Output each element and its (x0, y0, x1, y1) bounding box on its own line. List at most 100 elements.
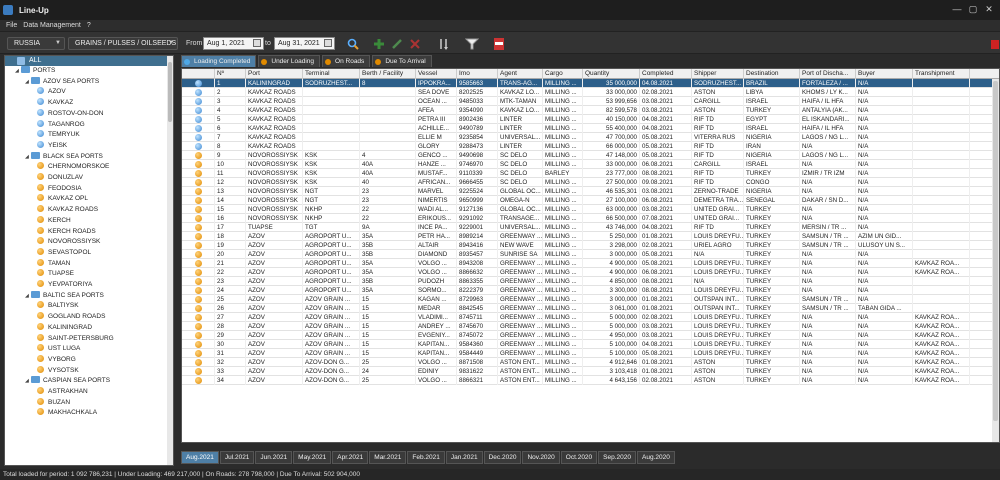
tree-port-item[interactable]: UST LUGA (37, 344, 80, 354)
tree-port-item[interactable]: TUAPSE (37, 269, 74, 279)
tree-folder[interactable]: ◢ BLACK SEA PORTS (25, 151, 103, 162)
tab-under-loading[interactable]: Under Loading (258, 55, 321, 67)
month-tab[interactable]: Mar.2021 (369, 451, 407, 464)
exit-button[interactable] (988, 37, 1000, 51)
from-date-input[interactable]: Aug 1, 2021 (203, 37, 264, 50)
tree-port-item[interactable]: KAVKAZ (37, 98, 73, 108)
table-row[interactable]: 25 AZOV AZOV GRAIN ... 15 KAGAN ... 8729963 GR… (182, 295, 994, 304)
tree-port-item[interactable]: VYSOTSK (37, 365, 79, 376)
grid-scrollbar[interactable] (992, 79, 999, 442)
table-row[interactable]: 17 TUAPSE TGT 9A INCE PA... 9229001 UNIVERSAL.… (182, 223, 994, 232)
filter-button[interactable] (464, 37, 480, 51)
table-row[interactable]: 5 KAVKAZ ROADS PETRA III 8902436 LINTER MILLI… (182, 115, 994, 124)
scroll-thumb[interactable] (993, 81, 998, 421)
commodity-select[interactable]: GRAINS / PULSES / OILSEEDS ▼ (68, 37, 178, 50)
tree-port-item[interactable]: SAINT-PETERSBURG (37, 333, 114, 344)
table-row[interactable]: 22 AZOV AGROPORT U... 35A VOLGO ... 8866632 GR… (182, 268, 994, 277)
tree-port-item[interactable]: YEVPATORIYA (37, 280, 92, 290)
tree-port-item[interactable]: FEODOSIA (37, 183, 82, 194)
column-header[interactable]: Terminal (303, 69, 360, 79)
column-header[interactable]: Cargo (543, 69, 583, 79)
tree-folder[interactable]: ◢ BALTIC SEA PORTS (25, 290, 104, 301)
panel-splitter[interactable] (175, 55, 179, 466)
menu-file[interactable]: File (6, 22, 17, 29)
lineup-grid[interactable]: Nº Port Terminal Berth / Facility Vessel Imo A… (181, 68, 1000, 443)
port-tree[interactable]: ALL ◢ PORTS ◢ AZOV SEA PORTS AZOV KAVKAZ ROSTO… (4, 55, 174, 466)
table-row[interactable]: 7 KAVKAZ ROADS ELLIE M 9235854 UNIVERSAL... M… (182, 133, 994, 142)
search-button[interactable] (346, 37, 360, 51)
month-tab[interactable]: Jul.2021 (219, 451, 255, 464)
column-header[interactable]: Completed (640, 69, 692, 79)
tree-port-item[interactable]: KALININGRAD (37, 322, 92, 333)
tree-port-item[interactable]: AZOV (37, 87, 66, 97)
table-row[interactable]: 18 AZOV AGROPORT U... 35A PETR HA... 8989214 G… (182, 232, 994, 241)
month-tab[interactable]: Apr.2021 (332, 451, 369, 464)
month-tab[interactable]: Feb.2021 (407, 451, 445, 464)
tree-port-item[interactable]: KAVKAZ ROADS (37, 205, 98, 215)
menu-data-management[interactable]: Data Management (23, 22, 81, 29)
month-tab[interactable]: Aug.2021 (181, 451, 219, 464)
month-tab[interactable]: Jun.2021 (255, 451, 293, 464)
table-row[interactable]: 16 NOVOROSSIYSK NKHP 22 ERIKOUS... 9291092 TRA… (182, 214, 994, 223)
tree-port-item[interactable]: KAVKAZ OPL (37, 194, 88, 204)
month-tab[interactable]: Jan.2021 (445, 451, 483, 464)
tree-port-item[interactable]: NOVOROSSIYSK (37, 237, 100, 247)
calendar-icon[interactable] (253, 39, 261, 47)
tree-port-item[interactable]: DONUZLAV (37, 173, 83, 183)
tree-port-item[interactable]: VYBORG (37, 354, 76, 365)
table-row[interactable]: 24 AZOV AGROPORT U... 35A SORMO... 8222379 GRE… (182, 286, 994, 295)
tree-folder[interactable]: ◢ CASPIAN SEA PORTS (25, 376, 110, 386)
column-header[interactable]: Shipper (692, 69, 744, 79)
tree-port-item[interactable]: ASTRAKHAN (37, 387, 88, 397)
column-header[interactable]: Vessel (416, 69, 457, 79)
table-row[interactable]: 12 NOVOROSSIYSK KSK 40 AFRICAN... 9666455 SC D… (182, 178, 994, 187)
tree-all-item[interactable]: ALL (5, 56, 173, 66)
table-row[interactable]: 34 AZOV AZOV-DON G... 25 VOLGO ... 8866321 AST… (182, 376, 994, 385)
month-tab[interactable]: May.2021 (293, 451, 332, 464)
table-row[interactable]: 3 KAVKAZ ROADS OCEAN ... 9485033 MTK-TAMAN MI… (182, 97, 994, 106)
table-row[interactable]: 20 AZOV AGROPORT U... 35B DIAMOND 8935457 SUNR… (182, 250, 994, 259)
column-header[interactable]: Buyer (856, 69, 913, 79)
month-tab[interactable]: Sep.2020 (598, 451, 637, 464)
table-row[interactable]: 14 NOVOROSSIYSK NGT 23 NIMERTIS 9650999 OMEGA-… (182, 196, 994, 205)
table-row[interactable]: 6 KAVKAZ ROADS ACHILLE... 9490789 LINTER MILL… (182, 124, 994, 133)
column-header[interactable]: Nº (215, 69, 246, 79)
tree-port-item[interactable]: BUZAN (37, 397, 70, 408)
table-row[interactable]: 26 AZOV AZOV GRAIN ... 15 MEDAR 8842545 GREENW… (182, 304, 994, 313)
table-row[interactable]: 30 AZOV AZOV GRAIN ... 15 KAPITAN... 9584360 G… (182, 340, 994, 349)
tree-folder[interactable]: ◢ AZOV SEA PORTS (25, 76, 99, 87)
tree-folder[interactable]: ◢ PORTS (15, 66, 55, 76)
tab-on-roads[interactable]: On Roads (322, 55, 371, 67)
tree-scrollbar[interactable] (167, 56, 173, 465)
tab-loading-completed[interactable]: Loading Completed (181, 55, 257, 67)
table-row[interactable]: 13 NOVOROSSIYSK NGT 23 MARVEL 9225524 GLOBAL O… (182, 187, 994, 196)
country-select[interactable]: RUSSIA ▼ (7, 37, 65, 50)
tree-port-item[interactable]: ROSTOV-ON-DON (37, 108, 104, 119)
tree-port-item[interactable]: TEMRYUK (37, 130, 80, 140)
table-row[interactable]: 21 AZOV AGROPORT U... 35A VOLGO ... 8943208 GR… (182, 259, 994, 268)
edit-button[interactable] (390, 37, 404, 51)
table-row[interactable]: 28 AZOV AZOV GRAIN ... 15 ANDREY ... 8745670 G… (182, 322, 994, 331)
column-header[interactable]: Port of Discha... (800, 69, 856, 79)
table-row[interactable]: 8 KAVKAZ ROADS GLORY 9288473 LINTER MILLING .… (182, 142, 994, 151)
sort-button[interactable] (437, 37, 451, 51)
month-tab[interactable]: Dec.2020 (483, 451, 522, 464)
tree-port-item[interactable]: KERCH ROADS (37, 226, 96, 237)
table-row[interactable]: 29 AZOV AZOV GRAIN ... 15 EVGENIY... 8745072 G… (182, 331, 994, 340)
table-row[interactable]: 31 AZOV AZOV GRAIN ... 15 KAPITAN... 9584449 G… (182, 349, 994, 358)
table-row[interactable]: 23 AZOV AGROPORT U... 35B PUDOZH 8863355 GREEN… (182, 277, 994, 286)
table-row[interactable]: 33 AZOV AZOV-DON G... 24 EDINIY 9831622 ASTON … (182, 367, 994, 376)
column-header[interactable]: Quantity (583, 69, 640, 79)
table-row[interactable]: 32 AZOV AZOV-DON G... 25 VOLGO ... 8871508 AST… (182, 358, 994, 367)
table-row[interactable]: 4 KAVKAZ ROADS AFEA 9354090 KAVKAZ LO... MILL… (182, 106, 994, 115)
tab-due-to-arrival[interactable]: Due To Arrival (372, 55, 432, 67)
month-tab[interactable]: Aug.2020 (637, 451, 675, 464)
tree-port-item[interactable]: YEISK (37, 140, 67, 151)
delete-button[interactable] (408, 37, 422, 51)
tree-port-item[interactable]: GOGLAND ROADS (37, 312, 105, 322)
table-row[interactable]: 2 KAVKAZ ROADS SEA DOVE 8202525 KAVKAZ LO...… (182, 88, 994, 97)
close-button[interactable]: ✕ (982, 4, 996, 15)
table-row[interactable]: 15 NOVOROSSIYSK NKHP 22 WADI AL... 9127136 GLO… (182, 205, 994, 214)
column-header[interactable]: Agent (498, 69, 543, 79)
calendar-icon[interactable] (324, 39, 332, 47)
